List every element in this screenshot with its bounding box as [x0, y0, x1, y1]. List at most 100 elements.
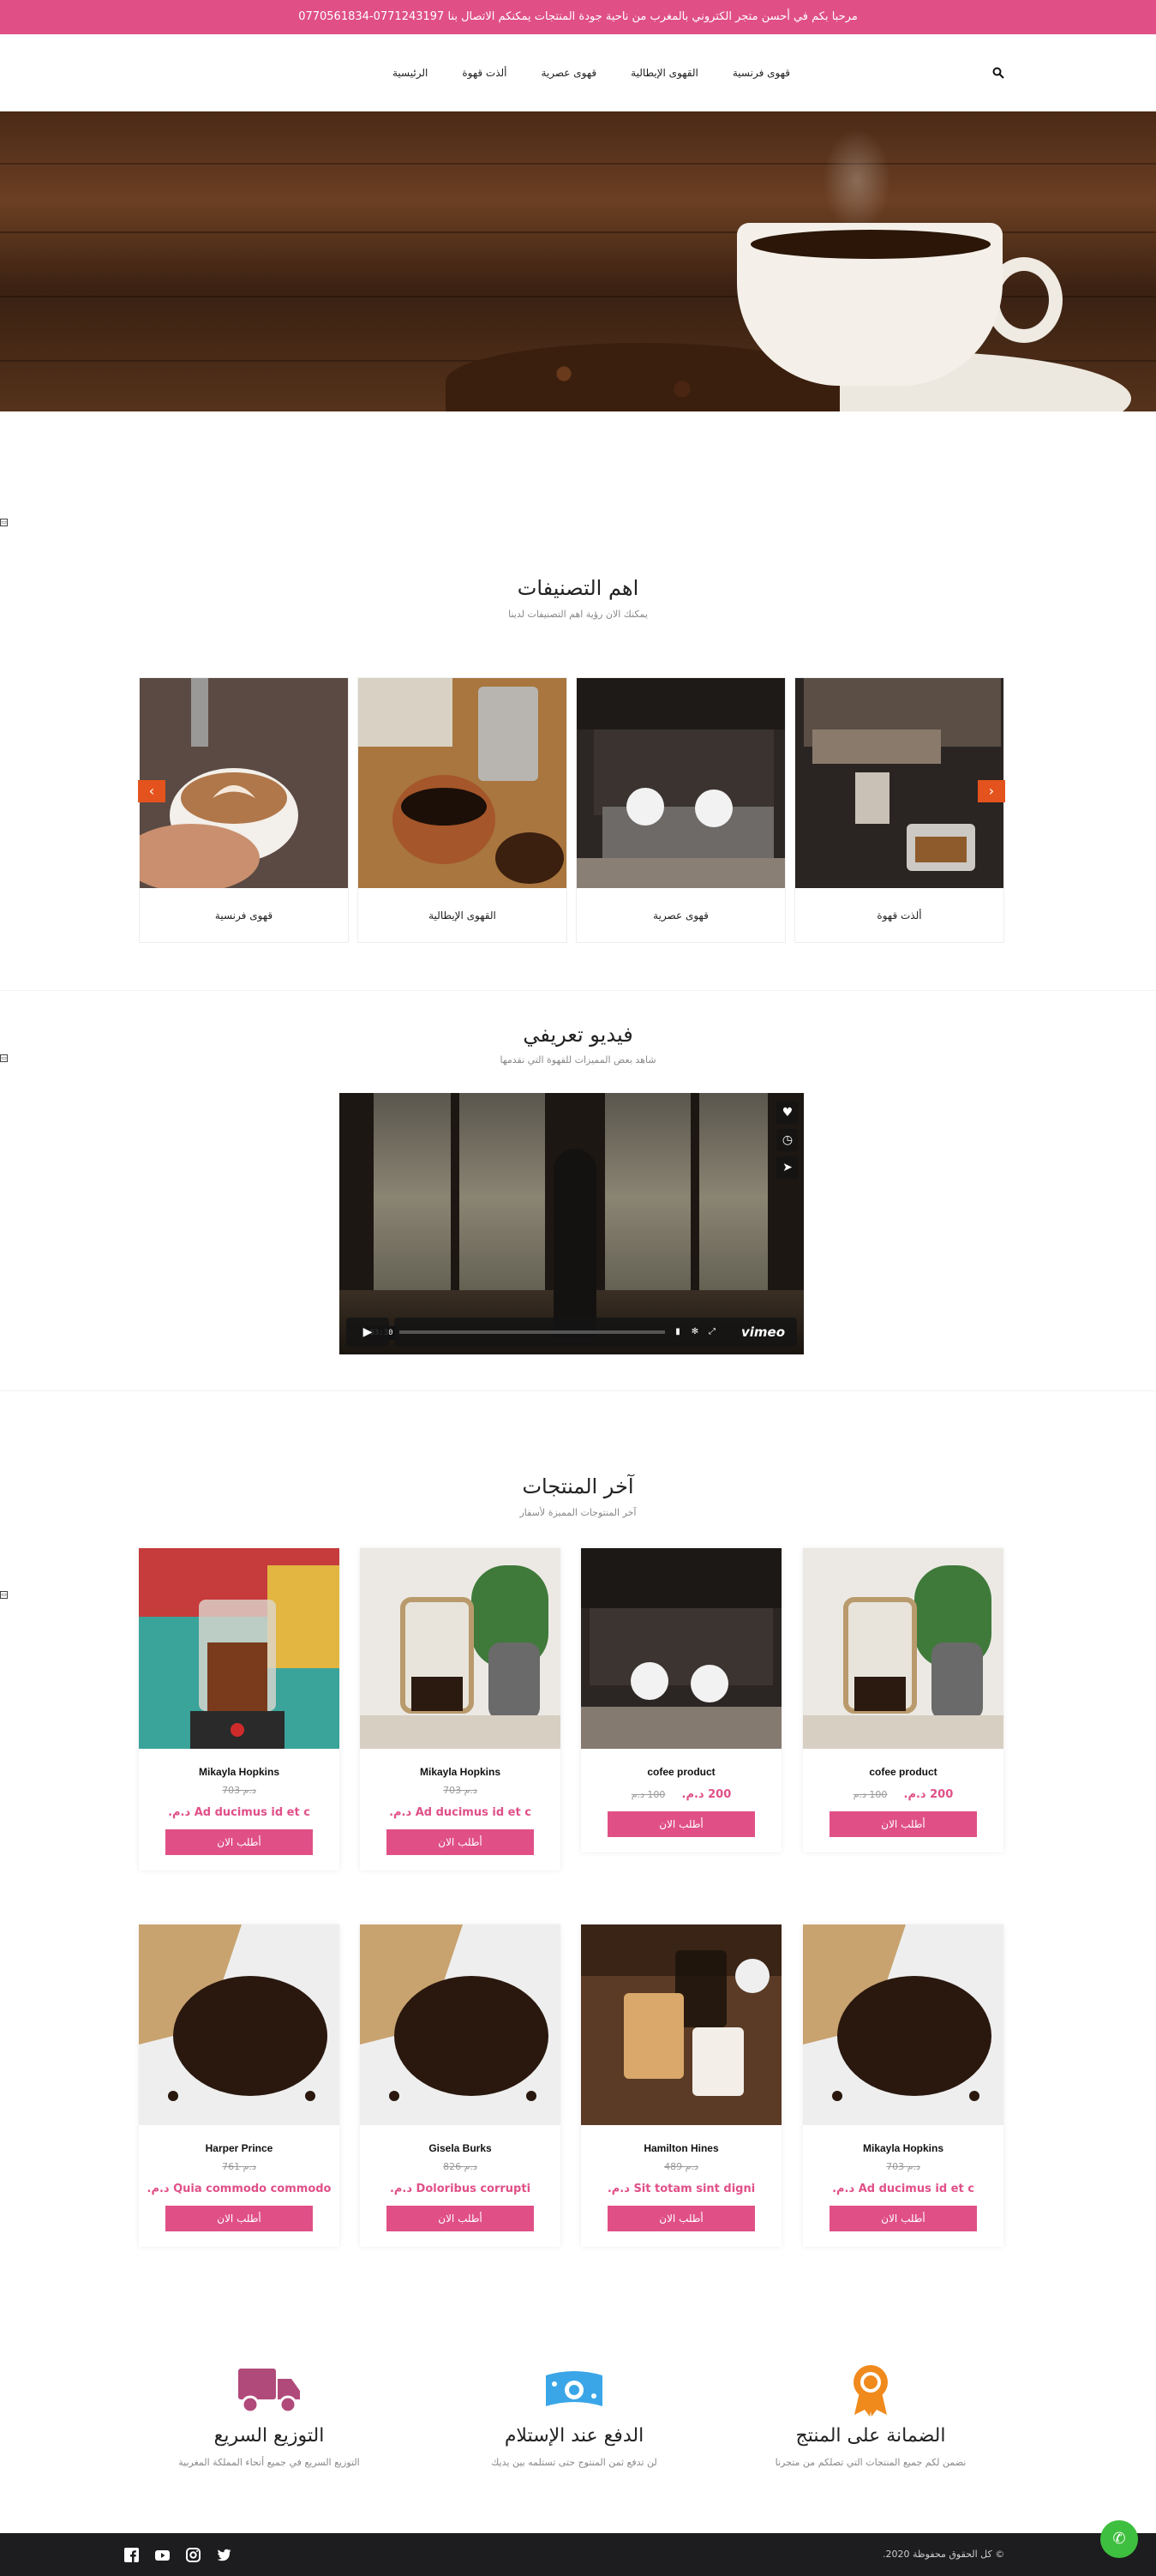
product-card[interactable]: Hamilton Hines 489 د.م Sit totam sint di… — [581, 1924, 782, 2247]
product-image — [581, 1548, 782, 1749]
product-image — [360, 1924, 560, 2125]
product-name: Harper Prince — [205, 2142, 273, 2154]
category-card[interactable]: القهوى الإيطالية — [357, 677, 567, 943]
video-player[interactable]: ♥ ◷ ➤ 03:30 ▶ ▮ ✻ ⤢ vimeo — [339, 1093, 804, 1354]
product-card[interactable]: Mikayla Hopkins 703 د.م Ad ducimus id et… — [803, 1924, 1003, 2247]
product-price: Ad ducimus id et c د.م. — [832, 2183, 974, 2195]
category-card[interactable]: قهوى فرنسية — [139, 677, 349, 943]
categories-title: اهم التصنيفات — [517, 576, 639, 600]
product-image — [139, 1924, 339, 2125]
feature-desc: نضمن لكم جميع المنتجات التي تصلكم من متج… — [775, 2457, 967, 2468]
product-image — [803, 1548, 1003, 1749]
section-divider — [0, 990, 1156, 991]
product-card[interactable]: Mikayla Hopkins 703 د.م Ad ducimus id et… — [139, 1548, 339, 1870]
category-image — [140, 678, 348, 888]
product-card[interactable]: Harper Prince 761 د.م Quia commodo commo… — [139, 1924, 339, 2247]
like-icon[interactable]: ♥ — [776, 1102, 799, 1124]
instagram-icon[interactable] — [186, 2548, 201, 2562]
order-now-button[interactable]: أطلب الان — [608, 2206, 755, 2231]
order-now-button[interactable]: أطلب الان — [608, 1811, 755, 1837]
phone-call-button[interactable]: ✆ — [1100, 2520, 1138, 2558]
products-subtitle: آخر المنتوجات المميزة لأسفار — [519, 1507, 637, 1518]
feature-desc: التوزيع السريع في جميع أنحاء المملكة الم… — [178, 2457, 360, 2468]
search-icon[interactable] — [992, 67, 1004, 79]
product-old-price: 826 د.م — [443, 2161, 477, 2172]
truck-icon — [238, 2369, 300, 2414]
hero-banner — [0, 111, 1156, 411]
product-image — [803, 1924, 1003, 2125]
order-now-button[interactable]: أطلب الان — [165, 1829, 313, 1855]
nav-item-french-coffee[interactable]: قهوى فرنسية — [733, 67, 790, 79]
video-progress-bar[interactable]: ▮ ✻ ⤢ vimeo — [394, 1318, 797, 1347]
embed-marker-icon: ▭ — [0, 519, 8, 526]
category-label: ألذت قهوة — [877, 910, 922, 922]
nav-item-best-coffee[interactable]: ألذت قهوة — [462, 67, 506, 79]
product-name: Mikayla Hopkins — [862, 2142, 944, 2154]
order-now-button[interactable]: أطلب الان — [830, 2206, 977, 2231]
product-card[interactable]: cofee product 200 د.م. 100 د.م أطلب الان — [803, 1548, 1003, 1852]
product-card[interactable]: Mikayla Hopkins 703 د.م Ad ducimus id et… — [360, 1548, 560, 1870]
badge-icon — [854, 2365, 888, 2417]
feature-title: التوزيع السريع — [213, 2425, 325, 2447]
product-image — [360, 1548, 560, 1749]
category-image — [358, 678, 566, 888]
product-price: Doloribus corrupti د.م. — [389, 2183, 531, 2195]
feature-fast-delivery: التوزيع السريع التوزيع السريع في جميع أن… — [141, 2363, 398, 2468]
product-name: cofee product — [647, 1766, 716, 1778]
product-price: Quia commodo commodo د.م. — [147, 2183, 332, 2195]
category-label: قهوى فرنسية — [214, 910, 273, 922]
nav-item-modern-coffee[interactable]: قهوى عصرية — [542, 67, 597, 79]
site-footer: © كل الحقوق محفوظة 2020. — [0, 2533, 1156, 2576]
youtube-icon[interactable] — [155, 2548, 170, 2562]
phone-icon: ✆ — [1112, 2530, 1126, 2548]
carousel-next-button[interactable]: › — [978, 780, 1005, 802]
vimeo-logo[interactable]: vimeo — [741, 1324, 785, 1340]
product-name: Mikayla Hopkins — [419, 1766, 501, 1778]
volume-icon[interactable]: ▮ — [672, 1326, 684, 1338]
product-card[interactable]: Gisela Burks 826 د.م Doloribus corrupti … — [360, 1924, 560, 2247]
product-name: Gisela Burks — [428, 2142, 492, 2154]
announcement-text: مرحبا بكم في أحسن متجر الكتروني بالمغرب … — [298, 10, 858, 23]
feature-title: الدفع عند الإستلام — [504, 2425, 644, 2447]
feature-desc: لن تدفع ثمن المنتوج حتى تستلمه بين يديك — [491, 2457, 657, 2468]
fullscreen-icon[interactable]: ⤢ — [706, 1326, 718, 1338]
nav-item-italian-coffee[interactable]: القهوى الإيطالية — [631, 67, 698, 79]
category-card[interactable]: ألذت قهوة — [794, 677, 1004, 943]
categories-subtitle: يمكنك الان رؤية اهم التصنيفات لدينا — [508, 609, 648, 620]
play-button[interactable]: ▶ — [346, 1318, 389, 1347]
social-links — [124, 2548, 231, 2562]
settings-icon[interactable]: ✻ — [689, 1326, 701, 1338]
feature-cash-on-delivery: الدفع عند الإستلام لن تدفع ثمن المنتوج ح… — [446, 2363, 703, 2468]
product-name: Mikayla Hopkins — [198, 1766, 280, 1778]
product-old-price: 703 د.م — [222, 1785, 256, 1796]
product-old-price: 761 د.م — [222, 2161, 256, 2172]
watch-later-icon[interactable]: ◷ — [776, 1129, 799, 1151]
site-header: الرئيسية ألذت قهوة قهوى عصرية القهوى الإ… — [0, 34, 1156, 111]
copyright-text: © كل الحقوق محفوظة 2020. — [883, 2549, 1005, 2560]
embed-marker-icon: ▭ — [0, 1591, 8, 1599]
product-price: 200 د.م. — [903, 1788, 954, 1801]
facebook-icon[interactable] — [124, 2548, 139, 2562]
main-nav: الرئيسية ألذت قهوة قهوى عصرية القهوى الإ… — [392, 34, 790, 111]
order-now-button[interactable]: أطلب الان — [830, 1811, 977, 1837]
product-old-price: 489 د.م — [664, 2161, 698, 2172]
product-card[interactable]: cofee product 200 د.م. 100 د.م أطلب الان — [581, 1548, 782, 1852]
order-now-button[interactable]: أطلب الان — [165, 2206, 313, 2231]
product-image — [581, 1924, 782, 2125]
nav-item-home[interactable]: الرئيسية — [392, 67, 428, 79]
product-price: Sit totam sint digni د.م. — [607, 2183, 756, 2195]
category-card[interactable]: قهوى عصرية — [576, 677, 786, 943]
twitter-icon[interactable] — [217, 2548, 231, 2562]
order-now-button[interactable]: أطلب الان — [386, 1829, 534, 1855]
category-image — [795, 678, 1003, 888]
category-label: القهوى الإيطالية — [428, 910, 496, 922]
product-price: 200 د.م. — [681, 1788, 732, 1801]
share-icon[interactable]: ➤ — [776, 1156, 799, 1179]
order-now-button[interactable]: أطلب الان — [386, 2206, 534, 2231]
product-old-price: 703 د.م — [443, 1785, 477, 1796]
product-price: Ad ducimus id et c د.م. — [168, 1806, 310, 1819]
product-image — [139, 1548, 339, 1749]
carousel-prev-button[interactable]: ‹ — [138, 780, 165, 802]
product-name: Hamilton Hines — [644, 2142, 719, 2154]
feature-title: الضمانة على المنتج — [795, 2425, 946, 2447]
